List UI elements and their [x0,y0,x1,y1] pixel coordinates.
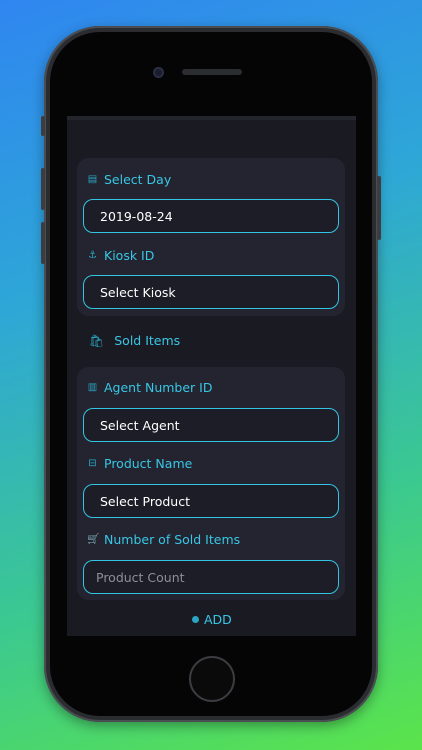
sold-items-title: Sold Items [114,333,181,348]
product-count-placeholder: Product Count [96,569,185,585]
sold-items-header: 🛍 Sold Items [89,333,180,348]
agent-select[interactable]: Select Agent [83,408,339,442]
kiosk-select-value: Select Kiosk [100,284,176,300]
product-count-input[interactable]: Product Count [83,560,339,594]
kiosk-select[interactable]: Select Kiosk [83,275,339,309]
kiosk-id-label-text: Kiosk ID [104,248,155,263]
basket-icon: 🛍 [89,333,105,348]
add-dot-icon [192,616,199,623]
badge-icon: ▥ [87,382,98,393]
home-button[interactable] [189,656,235,702]
add-button[interactable]: ADD [192,612,232,627]
select-day-label-text: Select Day [104,172,172,187]
tag-icon: ⊟ [88,458,97,469]
anchor-icon: ⚓ [88,250,97,261]
agent-select-value: Select Agent [100,417,180,433]
agent-label-text: Agent Number ID [104,380,213,395]
app-screen: ▤ Select Day 2019-08-24 ⚓ Kiosk ID Selec… [67,116,356,636]
earpiece-speaker [182,69,242,75]
select-day-field[interactable]: 2019-08-24 [83,199,339,233]
select-day-value: 2019-08-24 [100,208,173,224]
front-camera [153,67,164,78]
product-select-value: Select Product [100,493,190,509]
select-day-label: ▤ Select Day [87,172,171,187]
product-label-text: Product Name [104,456,193,471]
volume-up-button [41,168,45,210]
count-label: 🛒 Number of Sold Items [87,532,240,547]
product-label: ⊟ Product Name [87,456,192,471]
power-button [377,176,381,240]
count-label-text: Number of Sold Items [104,532,241,547]
volume-down-button [41,222,45,264]
add-button-label: ADD [204,612,232,627]
product-select[interactable]: Select Product [83,484,339,518]
agent-label: ▥ Agent Number ID [87,380,213,395]
mute-switch [41,116,45,136]
calendar-icon: ▤ [87,174,98,185]
top-bar [67,116,356,120]
cart-icon: 🛒 [87,534,100,545]
kiosk-id-label: ⚓ Kiosk ID [87,248,154,263]
